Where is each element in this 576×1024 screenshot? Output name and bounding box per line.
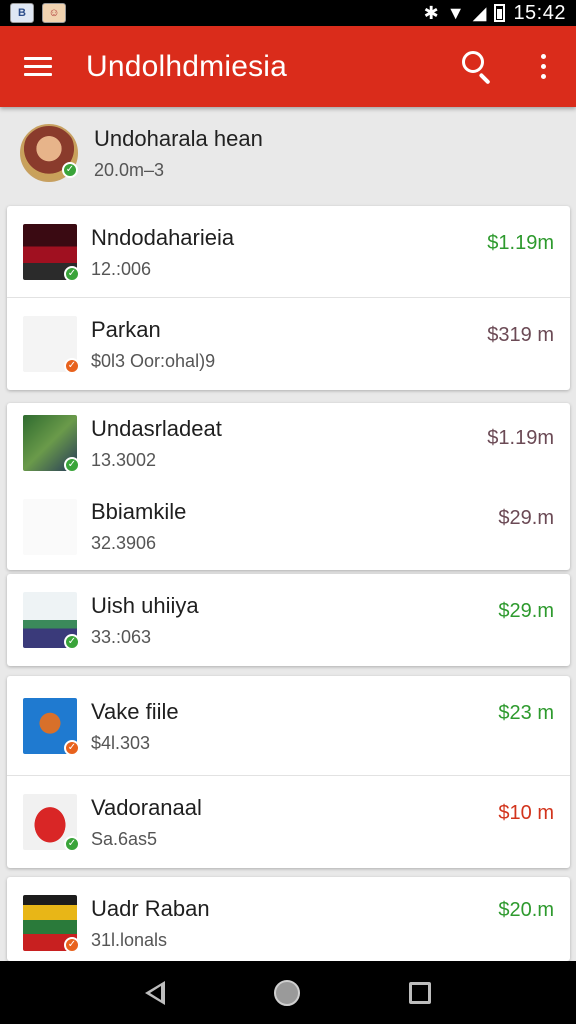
item-price: $20.m	[498, 899, 554, 921]
item-title: Undasrladeat	[91, 415, 222, 441]
item-subtitle: 32.3906	[91, 533, 157, 553]
navigation-bar	[0, 961, 576, 1024]
list-item[interactable]: ✓ Nndodaharieia 12.:006 $1.19m	[7, 206, 570, 298]
list-item[interactable]: ✓ Parkan $0l3 Oor:ohal)9 $319 m	[7, 298, 570, 390]
item-thumbnail: ✓	[23, 794, 80, 852]
item-subtitle: 31l.lonals	[91, 929, 168, 950]
notification-avatar-icon: ☺	[42, 3, 66, 23]
item-title: Uish uhiiya	[91, 592, 199, 618]
list-card: ✓ Undasrladeat 13.3002 $1.19m Bbiamkile …	[7, 403, 570, 570]
avatar: ✓	[20, 124, 78, 182]
alert-badge-icon: ✓	[64, 740, 80, 756]
back-icon[interactable]	[144, 980, 165, 1005]
item-title: Vadoranaal	[91, 794, 202, 820]
list-item[interactable]: ✓ Uadr Raban 31l.lonals $20.m	[7, 877, 570, 961]
status-bar: B ☺ ✱ ▼ ◢ 15:42	[0, 0, 576, 26]
list-item[interactable]: Bbiamkile 32.3906 $29.m	[7, 483, 570, 570]
item-subtitle: 33.:063	[91, 626, 152, 647]
item-title: Nndodaharieia	[91, 224, 235, 250]
item-thumbnail: ✓	[23, 698, 80, 756]
home-icon[interactable]	[273, 979, 300, 1006]
wifi-icon: ▼	[446, 2, 465, 23]
app-title: Undolhdmiesia	[86, 49, 288, 83]
item-subtitle: $4l.303	[91, 732, 151, 753]
list-item[interactable]: ✓ Vadoranaal Sa.6as5 $10 m	[7, 776, 570, 868]
item-price: $1.19m	[487, 232, 554, 254]
bluetooth-icon: ✱	[423, 2, 439, 23]
item-thumbnail: ✓	[23, 415, 80, 473]
search-icon[interactable]	[458, 47, 498, 87]
status-time: 15:42	[513, 1, 566, 24]
item-thumbnail: ✓	[23, 592, 80, 650]
list-card: ✓ Uish uhiiya 33.:063 $29.m	[7, 574, 570, 666]
list-card: ✓ Uadr Raban 31l.lonals $20.m	[7, 877, 570, 961]
item-thumbnail: ✓	[23, 895, 80, 953]
item-subtitle: 13.3002	[91, 449, 157, 470]
list-card: ✓ Vake fiile $4l.303 $23 m ✓ Vadoranaal …	[7, 676, 570, 868]
check-badge-icon: ✓	[64, 836, 80, 852]
notification-app-icon: B	[10, 3, 34, 23]
list-item[interactable]: ✓ Vake fiile $4l.303 $23 m	[7, 676, 570, 776]
item-subtitle: 12.:006	[91, 258, 152, 279]
check-badge-icon: ✓	[64, 266, 80, 282]
battery-icon	[494, 4, 506, 22]
signal-icon: ◢	[472, 2, 487, 23]
menu-icon[interactable]	[24, 51, 56, 83]
item-price: $10 m	[498, 802, 554, 824]
alert-badge-icon: ✓	[64, 937, 80, 953]
item-thumbnail: ✓	[23, 316, 80, 374]
app-bar: Undolhdmiesia	[0, 26, 576, 107]
profile-name: Undoharala hean	[94, 125, 263, 151]
item-price: $1.19m	[487, 427, 554, 449]
verified-badge-icon: ✓	[62, 162, 78, 178]
list-card: ✓ Nndodaharieia 12.:006 $1.19m ✓ Parkan …	[7, 206, 570, 390]
recents-icon[interactable]	[409, 981, 432, 1004]
profile-header[interactable]: ✓ Undoharala hean 20.0m–3	[0, 107, 576, 199]
item-thumbnail: ✓	[23, 224, 80, 282]
item-subtitle: Sa.6as5	[91, 828, 158, 849]
item-price: $23 m	[498, 702, 554, 724]
list-item[interactable]: ✓ Uish uhiiya 33.:063 $29.m	[7, 574, 570, 666]
item-title: Uadr Raban	[91, 895, 210, 921]
check-badge-icon: ✓	[64, 457, 80, 473]
item-title: Parkan	[91, 316, 161, 342]
check-badge-icon: ✓	[64, 634, 80, 650]
alert-badge-icon: ✓	[64, 358, 80, 374]
list-item[interactable]: ✓ Undasrladeat 13.3002 $1.19m	[7, 403, 570, 483]
item-title: Vake fiile	[91, 698, 179, 724]
item-subtitle: $0l3 Oor:ohal)9	[91, 350, 216, 371]
item-price: $319 m	[487, 324, 554, 346]
item-thumbnail	[23, 498, 77, 555]
item-price: $29.m	[498, 507, 554, 529]
item-price: $29.m	[498, 600, 554, 622]
profile-subtitle: 20.0m–3	[94, 159, 165, 180]
item-title: Bbiamkile	[91, 499, 187, 524]
more-options-icon[interactable]	[528, 47, 558, 87]
